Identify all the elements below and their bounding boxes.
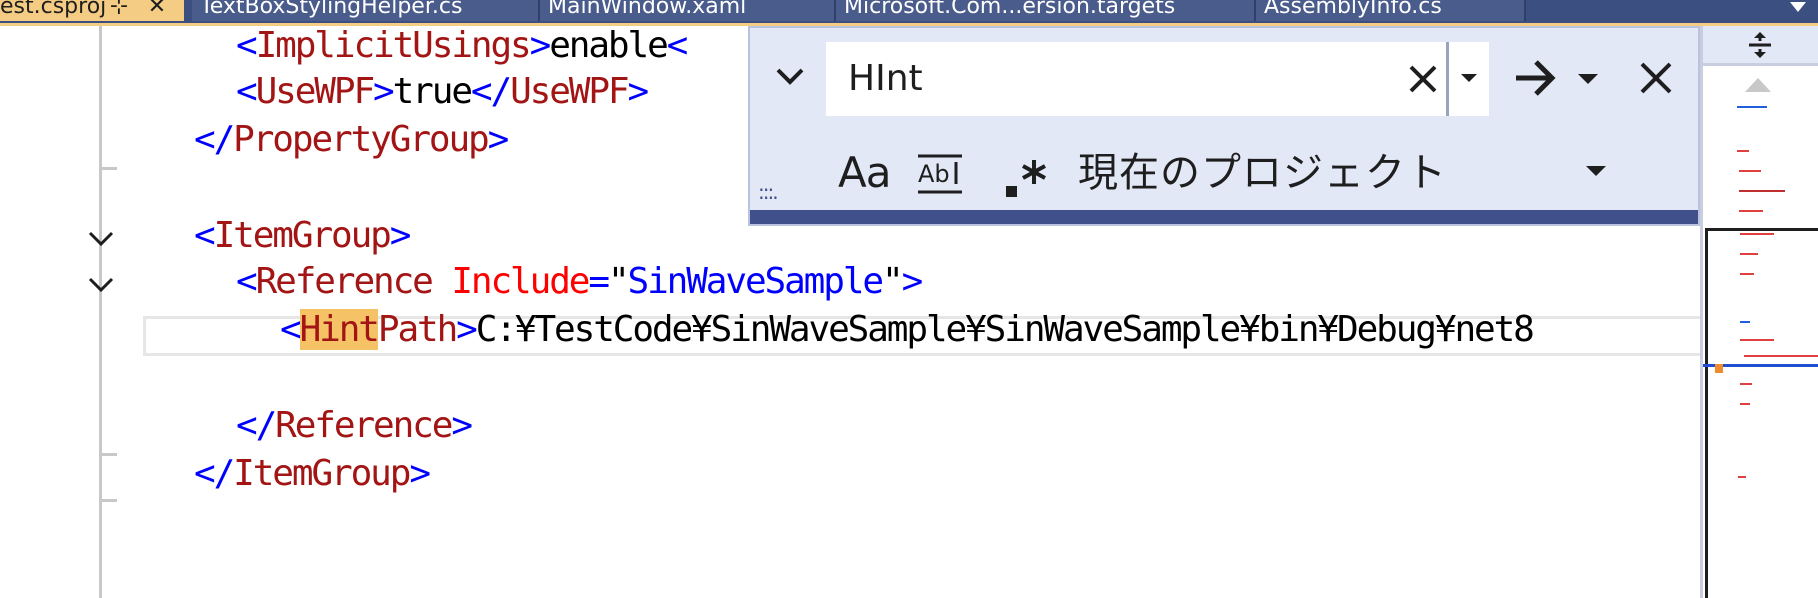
outline-end-marker xyxy=(101,453,117,456)
split-icon xyxy=(1749,32,1771,58)
search-match-highlight: Hint xyxy=(299,309,380,350)
map-code-line xyxy=(1737,106,1767,108)
tab-label: AssemblyInfo.cs xyxy=(1264,0,1442,19)
tab-label: est.csproj xyxy=(0,0,107,19)
clear-search-icon[interactable] xyxy=(1406,62,1440,96)
find-next-options-icon[interactable] xyxy=(1576,66,1600,90)
outline-margin xyxy=(99,26,102,598)
map-code-line xyxy=(1740,403,1750,405)
map-code-line xyxy=(1737,150,1749,152)
map-code-line xyxy=(1740,273,1754,275)
search-input[interactable]: HInt xyxy=(826,42,1446,116)
code-line-reference-close: </Reference> xyxy=(236,405,473,446)
find-widget-border xyxy=(750,210,1698,224)
chevron-down-icon[interactable] xyxy=(1584,158,1608,182)
tab-label: TextBoxStylingHelper.cs xyxy=(200,0,463,19)
svg-text:Ab: Ab xyxy=(918,160,950,188)
map-viewport[interactable] xyxy=(1705,228,1818,598)
map-code-line xyxy=(1740,383,1752,385)
tab-microsoft-targets[interactable]: Microsoft.Com...ersion.targets xyxy=(836,0,1256,21)
outline-end-marker xyxy=(101,167,117,170)
close-icon[interactable] xyxy=(1638,60,1674,96)
map-code-line xyxy=(1744,355,1818,357)
whole-word-icon[interactable]: Ab xyxy=(916,152,964,196)
map-code-line xyxy=(1738,476,1746,478)
code-line-hintpath: <HintPath>C:¥TestCode¥SinWaveSample¥SinW… xyxy=(280,309,1535,350)
dropdown-icon xyxy=(1461,74,1477,82)
scrollbar-map[interactable] xyxy=(1700,26,1818,598)
code-line-itemgroup-close: </ItemGroup> xyxy=(194,453,431,494)
map-code-line xyxy=(1740,253,1758,255)
tab-textboxstylinghelper[interactable]: TextBoxStylingHelper.cs xyxy=(192,0,540,21)
map-code-line xyxy=(1739,210,1763,212)
map-code-line xyxy=(1740,233,1774,235)
arrow-right-icon[interactable] xyxy=(1512,54,1560,102)
close-icon[interactable]: ✕ xyxy=(144,0,170,21)
split-window-button[interactable] xyxy=(1703,26,1818,66)
collapse-chevron-icon[interactable] xyxy=(86,224,116,254)
map-code-line xyxy=(1739,170,1761,172)
scroll-up-icon[interactable] xyxy=(1743,76,1773,94)
collapse-chevron-icon[interactable] xyxy=(86,270,116,300)
document-tab-strip: est.csproj ⊹ ✕ TextBoxStylingHelper.cs M… xyxy=(0,0,1818,23)
code-line-reference: <Reference Include="SinWaveSample"> xyxy=(236,261,923,302)
tab-label: MainWindow.xaml xyxy=(548,0,747,19)
code-line-propertygroup-close: </PropertyGroup> xyxy=(194,119,509,160)
find-widget: HInt Aa Ab 現在のプロジェクト :::. xyxy=(748,26,1700,226)
tab-test-csproj[interactable]: est.csproj ⊹ ✕ xyxy=(0,0,184,21)
search-scope-select[interactable]: 現在のプロジェクト xyxy=(1078,144,1447,202)
match-case-toggle[interactable]: Aa xyxy=(838,144,891,202)
tab-assemblyinfo[interactable]: AssemblyInfo.cs xyxy=(1256,0,1526,21)
regex-icon[interactable] xyxy=(1004,156,1048,200)
outline-end-marker xyxy=(101,499,117,502)
pin-icon[interactable]: ⊹ xyxy=(106,0,132,21)
map-code-line xyxy=(1739,190,1785,192)
code-line-usewpf: <UseWPF>true</UseWPF> xyxy=(236,71,649,112)
search-history-dropdown[interactable] xyxy=(1449,42,1489,116)
code-line-itemgroup: <ItemGroup> xyxy=(194,215,411,256)
tab-overflow-icon[interactable] xyxy=(1788,0,1808,14)
code-line-implicitusings: <ImplicitUsings>enable< xyxy=(236,26,688,66)
resize-grip[interactable]: :::. xyxy=(758,180,779,204)
map-code-line xyxy=(1740,321,1750,323)
tab-mainwindow-xaml[interactable]: MainWindow.xaml xyxy=(540,0,836,21)
tab-label: Microsoft.Com...ersion.targets xyxy=(844,0,1176,19)
find-result-marker xyxy=(1715,364,1723,373)
map-code-line xyxy=(1740,339,1774,341)
search-query[interactable]: HInt xyxy=(848,42,923,116)
chevron-down-icon[interactable] xyxy=(772,58,808,94)
